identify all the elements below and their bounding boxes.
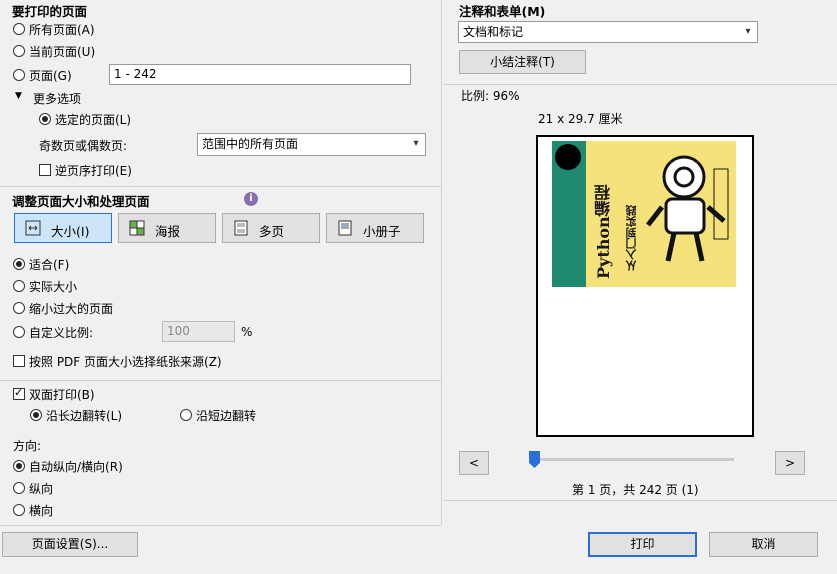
tab-multiple-label: 多页 — [259, 224, 285, 239]
pages-range-input[interactable]: 1 - 242 — [109, 64, 411, 85]
radio-actual-size[interactable] — [13, 280, 25, 292]
custom-scale-input[interactable]: 100 — [162, 321, 235, 342]
tab-booklet[interactable]: 小册子 — [326, 213, 424, 243]
radio-short-edge[interactable] — [180, 409, 192, 421]
info-icon[interactable]: i — [244, 192, 258, 206]
chevron-down-icon: ▾ — [413, 138, 419, 149]
checkbox-reverse[interactable] — [39, 164, 51, 176]
booklet-icon — [338, 220, 352, 236]
radio-auto-orientation[interactable] — [13, 460, 25, 472]
radio-custom-scale[interactable] — [13, 326, 25, 338]
page-preview: Python编程 从入门到实践 — [536, 135, 754, 437]
page-slider-thumb[interactable] — [529, 451, 540, 468]
page-setup-button[interactable]: 页面设置(S)... — [2, 532, 138, 557]
checkbox-paper-source[interactable] — [13, 355, 25, 367]
divider — [443, 500, 837, 501]
robot-illustration-icon — [646, 155, 729, 262]
label-short-edge[interactable]: 沿短边翻转 — [196, 407, 256, 424]
label-landscape[interactable]: 横向 — [29, 502, 53, 519]
label-selected-pages[interactable]: 选定的页面(L) — [55, 111, 131, 128]
next-page-button[interactable]: > — [775, 451, 805, 475]
divider — [0, 525, 441, 526]
label-shrink[interactable]: 缩小过大的页面 — [29, 300, 113, 317]
print-button[interactable]: 打印 — [588, 532, 697, 557]
resize-icon — [25, 220, 41, 236]
tab-size[interactable]: 大小(I) — [14, 213, 112, 243]
radio-landscape[interactable] — [13, 504, 25, 516]
page-info-label: 第 1 页，共 242 页 (1) — [572, 483, 699, 497]
tab-multiple[interactable]: 多页 — [222, 213, 320, 243]
label-fit[interactable]: 适合(F) — [29, 256, 69, 273]
chevron-down-icon: ▾ — [745, 26, 751, 37]
expand-triangle-icon[interactable]: ▼ — [15, 91, 22, 101]
comments-select[interactable]: 文档和标记 ▾ — [458, 21, 758, 43]
radio-fit[interactable] — [13, 258, 25, 270]
odd-even-select[interactable]: 范围中的所有页面 ▾ — [197, 133, 426, 156]
page-slider-track[interactable] — [534, 458, 734, 461]
comments-select-value: 文档和标记 — [463, 25, 524, 39]
label-current-page[interactable]: 当前页面(U) — [29, 43, 95, 60]
label-auto-orientation[interactable]: 自动纵向/横向(R) — [29, 458, 123, 475]
cancel-button[interactable]: 取消 — [709, 532, 818, 557]
label-all-pages[interactable]: 所有页面(A) — [29, 21, 95, 38]
percent-label: % — [241, 325, 253, 339]
multiple-pages-icon — [234, 220, 248, 236]
cover-subtitle: 从入门到实践 — [625, 205, 638, 271]
label-duplex[interactable]: 双面打印(B) — [29, 386, 95, 403]
summarize-comments-button[interactable]: 小结注释(T) — [459, 50, 586, 74]
label-pages[interactable]: 页面(G) — [29, 67, 72, 84]
radio-current-page[interactable] — [13, 45, 25, 57]
divider — [0, 380, 441, 381]
divider — [443, 84, 837, 85]
radio-shrink[interactable] — [13, 302, 25, 314]
tab-booklet-label: 小册子 — [363, 224, 401, 239]
label-paper-source[interactable]: 按照 PDF 页面大小选择纸张来源(Z) — [29, 353, 222, 370]
more-options-toggle[interactable]: 更多选项 — [33, 90, 81, 107]
section-title-comments: 注释和表单(M) — [459, 4, 546, 19]
label-long-edge[interactable]: 沿长边翻转(L) — [46, 407, 122, 424]
tab-size-label: 大小(I) — [51, 224, 90, 239]
label-actual-size[interactable]: 实际大小 — [29, 278, 77, 295]
vertical-divider — [441, 0, 442, 525]
cover-title: Python编程 — [594, 184, 613, 279]
tab-poster-label: 海报 — [155, 224, 181, 239]
poster-icon — [129, 220, 145, 236]
checkbox-duplex[interactable] — [13, 386, 25, 400]
radio-all-pages[interactable] — [13, 23, 25, 35]
paper-size-label: 21 x 29.7 厘米 — [538, 112, 623, 126]
divider — [0, 186, 441, 187]
book-cover-image: Python编程 从入门到实践 — [552, 141, 736, 287]
scale-label: 比例: 96% — [461, 89, 520, 103]
radio-long-edge[interactable] — [30, 409, 42, 421]
tab-poster[interactable]: 海报 — [118, 213, 216, 243]
section-title-pages: 要打印的页面 — [12, 4, 88, 19]
label-portrait[interactable]: 纵向 — [29, 480, 53, 497]
section-title-sizing: 调整页面大小和处理页面 — [12, 194, 150, 209]
prev-page-button[interactable]: < — [459, 451, 489, 475]
label-custom-scale[interactable]: 自定义比例: — [29, 324, 93, 341]
odd-even-label: 奇数页或偶数页: — [39, 139, 128, 153]
radio-portrait[interactable] — [13, 482, 25, 494]
cover-logo — [555, 144, 581, 170]
orientation-title: 方向: — [13, 439, 42, 453]
radio-pages[interactable] — [13, 69, 25, 81]
label-reverse[interactable]: 逆页序打印(E) — [55, 162, 132, 179]
odd-even-value: 范围中的所有页面 — [202, 137, 299, 151]
radio-selected-pages[interactable] — [39, 113, 51, 125]
